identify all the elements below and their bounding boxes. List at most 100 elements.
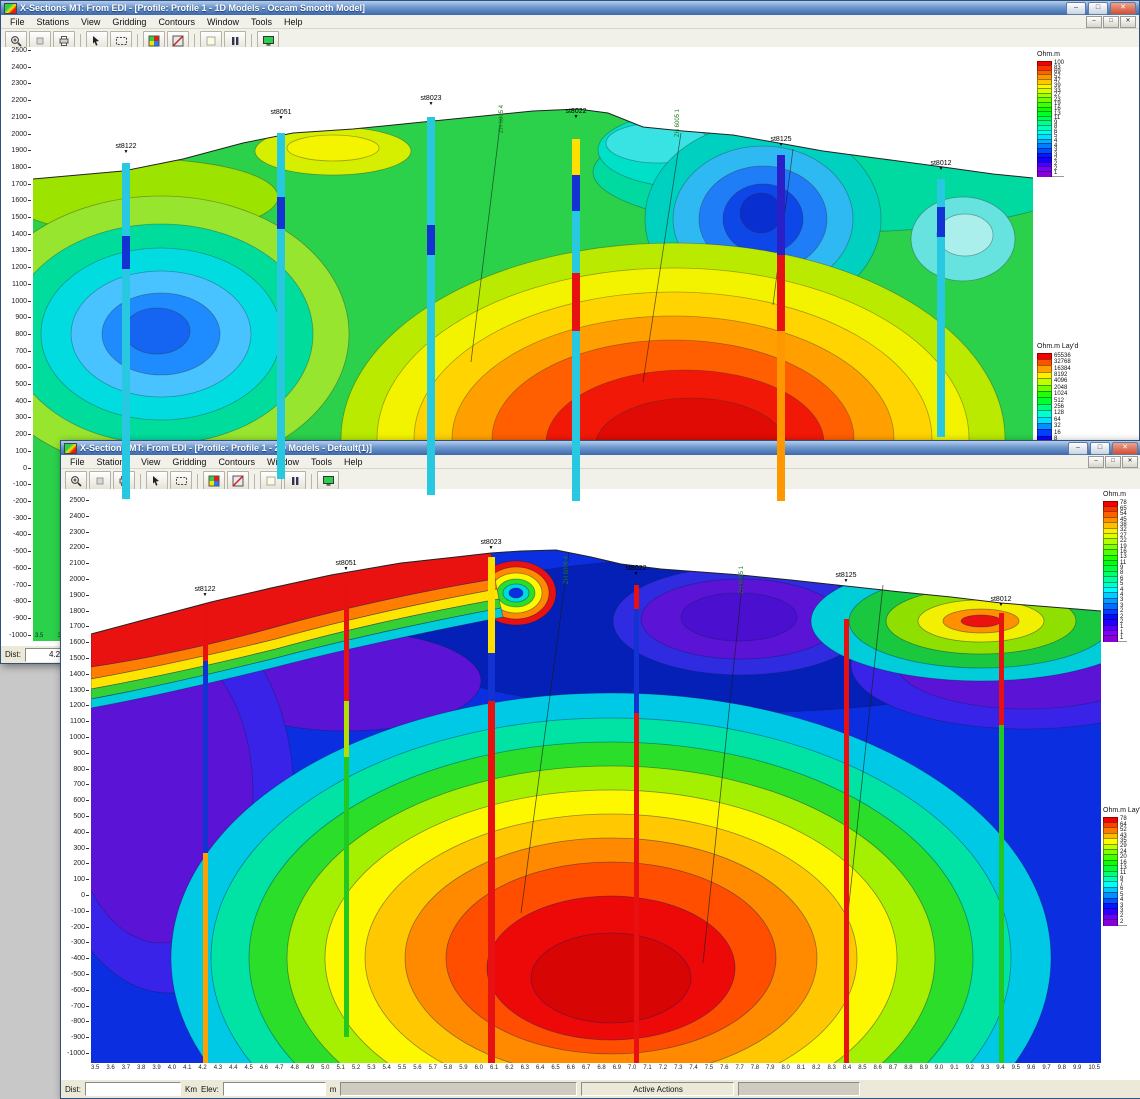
station-bar (844, 591, 849, 1063)
y-tick: 1400 (11, 231, 31, 238)
station-bar (488, 557, 495, 1063)
app-icon (64, 443, 77, 454)
select-icon[interactable] (146, 471, 168, 491)
x-tick: 5.6 (413, 1065, 421, 1071)
x-tick: 4.8 (290, 1065, 298, 1071)
mdi-restore-button[interactable]: □ (1105, 456, 1121, 468)
x-tick: 4.7 (275, 1065, 283, 1071)
y-tick: 700 (15, 348, 31, 355)
y-tick: -700 (13, 582, 31, 589)
resistivity-section-2d[interactable] (91, 493, 1101, 1063)
station-label: st8051▼ (335, 560, 356, 571)
menu-item[interactable]: View (75, 16, 106, 28)
y-tick: 1000 (69, 734, 89, 741)
x-tick: 8.5 (858, 1065, 866, 1071)
station-bar (634, 585, 639, 1063)
y-tick: 2500 (69, 497, 89, 504)
y-tick: 100 (15, 448, 31, 455)
close-button[interactable]: ✕ (1110, 2, 1136, 15)
menu-item[interactable]: Tools (305, 456, 338, 468)
y-tick: 0 (81, 892, 89, 899)
menu-item[interactable]: Window (201, 16, 245, 28)
x-tick: 6.8 (597, 1065, 605, 1071)
menu-item[interactable]: View (135, 456, 166, 468)
y-axis: 2500240023002200210020001900180017001600… (1, 47, 31, 639)
x-tick: 5.3 (367, 1065, 375, 1071)
mdi-close-button[interactable]: ✕ (1120, 16, 1136, 28)
statusbar: Dist: Km Elev: m Active Actions (61, 1079, 1140, 1098)
color-grid-icon[interactable] (203, 471, 225, 491)
menu-item[interactable]: Contours (152, 16, 201, 28)
menubar: FileStationsViewGriddingContoursWindowTo… (1, 15, 1139, 29)
station-label: st8022▼ (625, 565, 646, 576)
x-tick: 6.2 (505, 1065, 513, 1071)
y-tick: -500 (13, 548, 31, 555)
y-tick: -300 (13, 515, 31, 522)
columns-icon[interactable] (284, 471, 306, 491)
x-tick: 7.7 (735, 1065, 743, 1071)
station-label: st8125▼ (770, 136, 791, 147)
x-tick: 4.3 (214, 1065, 222, 1071)
y-tick: 1500 (69, 655, 89, 662)
pan-icon[interactable] (89, 471, 111, 491)
x-tick: 9.4 (996, 1065, 1004, 1071)
maximize-button[interactable]: □ (1090, 442, 1110, 455)
y-tick: -200 (13, 498, 31, 505)
x-tick: 9.9 (1073, 1065, 1081, 1071)
monitor-icon[interactable] (317, 471, 339, 491)
station-label: st8125▼ (835, 572, 856, 583)
x-tick: 6.1 (490, 1065, 498, 1071)
y-tick: 1100 (70, 718, 89, 725)
y-tick: 1100 (12, 281, 31, 288)
plot-client-2d[interactable]: 2500240023002200210020001900180017001600… (61, 489, 1140, 1080)
menu-item[interactable]: Help (338, 456, 369, 468)
menu-item[interactable]: Tools (245, 16, 278, 28)
titlebar[interactable]: X-Sections MT: From EDI - [Profile: Prof… (1, 1, 1139, 15)
y-tick: 1600 (11, 197, 31, 204)
y-tick: 800 (73, 766, 89, 773)
station-bar (203, 605, 208, 1063)
station-marker: ▼ (335, 567, 356, 571)
close-button[interactable]: ✕ (1112, 442, 1138, 455)
x-tick: 5.0 (321, 1065, 329, 1071)
menu-item[interactable]: Gridding (166, 456, 212, 468)
y-tick: 100 (73, 876, 89, 883)
menu-item[interactable]: Stations (31, 16, 76, 28)
x-tick: 6.3 (521, 1065, 529, 1071)
x-tick: 8.8 (904, 1065, 912, 1071)
minimize-button[interactable]: – (1066, 2, 1086, 15)
titlebar[interactable]: X-Sections MT: From EDI - [Profile: Prof… (61, 441, 1140, 455)
elev-label: Elev: (201, 1085, 219, 1094)
mdi-minimize-button[interactable]: – (1088, 456, 1104, 468)
menu-item[interactable]: Contours (212, 456, 261, 468)
elev-value-field (223, 1082, 326, 1096)
minimize-button[interactable]: – (1068, 442, 1088, 455)
x-tick: 7.8 (751, 1065, 759, 1071)
x-tick: 5.1 (337, 1065, 345, 1071)
maximize-button[interactable]: □ (1088, 2, 1108, 15)
y-tick: -300 (71, 939, 89, 946)
x-tick: 6.4 (536, 1065, 544, 1071)
mdi-minimize-button[interactable]: – (1086, 16, 1102, 28)
station-marker: ▼ (115, 150, 136, 154)
y-tick: 1700 (11, 181, 31, 188)
station-bar (999, 613, 1004, 1063)
mdi-restore-button[interactable]: □ (1103, 16, 1119, 28)
dist-label: Dist: (65, 1085, 81, 1094)
marquee-icon[interactable] (170, 471, 192, 491)
menu-item[interactable]: Gridding (106, 16, 152, 28)
menu-item[interactable]: File (4, 16, 31, 28)
y-tick: -900 (71, 1034, 89, 1041)
zoom-icon[interactable] (65, 471, 87, 491)
x-tick: 4.6 (260, 1065, 268, 1071)
y-tick: 1300 (69, 687, 89, 694)
y-tick: -200 (71, 924, 89, 931)
menu-item[interactable]: File (64, 456, 91, 468)
borehole-label: ZH 6005 4 (499, 105, 505, 133)
y-tick: 500 (15, 381, 31, 388)
color-grid-off-icon[interactable] (227, 471, 249, 491)
mdi-close-button[interactable]: ✕ (1122, 456, 1138, 468)
y-tick: -100 (13, 481, 31, 488)
station-label: st8122▼ (194, 586, 215, 597)
menu-item[interactable]: Help (278, 16, 309, 28)
